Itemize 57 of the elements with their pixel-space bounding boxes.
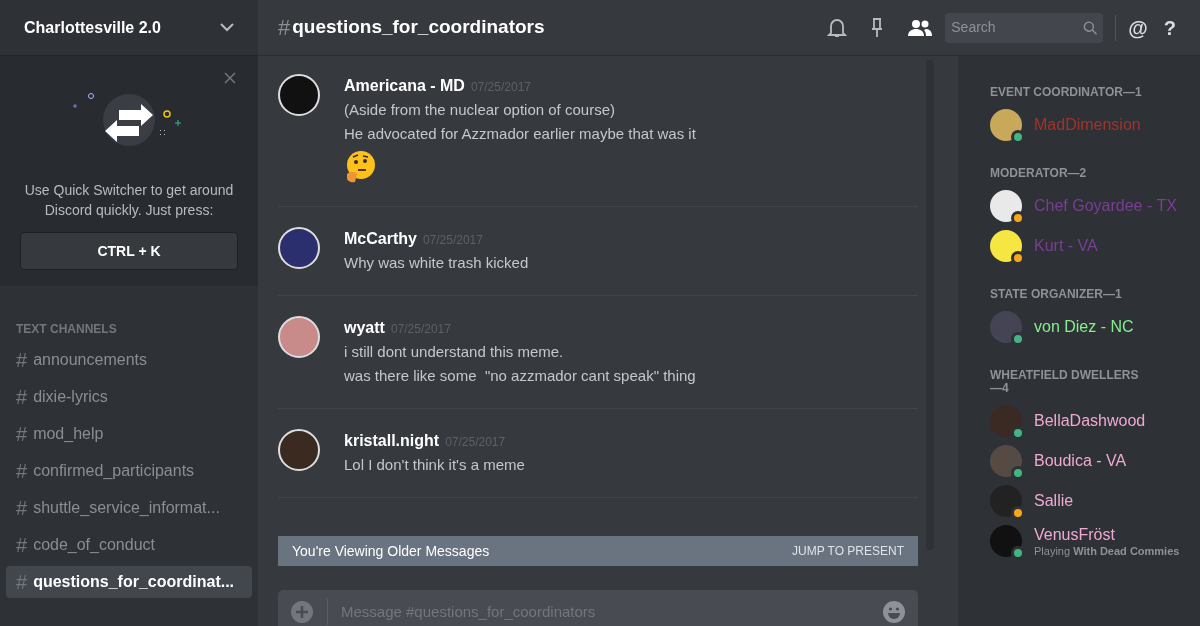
message-text: (Aside from the nuclear option of course) (344, 100, 616, 120)
close-icon[interactable] (224, 72, 236, 84)
member-name[interactable]: Sallie (1034, 491, 1074, 511)
member-avatar[interactable] (990, 109, 1022, 141)
message-text: i still dont understand this meme. (344, 342, 565, 362)
avatar[interactable] (278, 429, 320, 471)
member-avatar[interactable] (990, 190, 1022, 222)
author-name[interactable]: Americana - MD (344, 74, 465, 98)
channel-item[interactable]: # dixie-lyrics (6, 381, 252, 413)
author-name[interactable]: wyatt (344, 316, 385, 340)
channel-item[interactable]: # shuttle_service_informat... (6, 492, 252, 524)
member-avatar[interactable] (990, 311, 1022, 343)
role-group-title: STATE ORGANIZER—1 (990, 288, 1123, 301)
channel-item[interactable]: # announcements (6, 344, 252, 376)
channel-item[interactable]: # code_of_conduct (6, 529, 252, 561)
message-text: Lol I don't think it's a meme (344, 455, 525, 475)
author-name[interactable]: McCarthy (344, 227, 417, 251)
avatar[interactable] (278, 74, 320, 116)
members-icon[interactable] (907, 18, 934, 37)
role-group-title: WHEATFIELD DWELLERS—4 (990, 369, 1140, 395)
member-avatar[interactable] (990, 445, 1022, 477)
channel-item[interactable]: # questions_for_coordinat... (6, 566, 252, 598)
member-avatar[interactable] (990, 230, 1022, 262)
channel-title: questions_for_coordinators (292, 15, 545, 40)
member-avatar[interactable] (990, 485, 1022, 517)
role-group-title: EVENT COORDINATOR—1 (990, 86, 1143, 99)
search-box[interactable]: Search (945, 12, 1104, 43)
mentions-button[interactable]: @ (1128, 12, 1148, 43)
role-group-title: MODERATOR—2 (990, 167, 1088, 180)
quick-switcher-hint: Use Quick Switcher to get around Discord quickly. Just press: (23, 181, 235, 220)
older-messages-banner[interactable]: You're Viewing Older Messages JUMP TO PRESENT (278, 536, 918, 566)
message-text: He advocated for Azzmador earlier maybe that was it (344, 124, 696, 144)
member-name[interactable]: von Diez - NC (1034, 317, 1134, 337)
older-messages-text: You're Viewing Older Messages (292, 541, 490, 561)
message-text: was there like some "no azzmador cant speak" thing (344, 366, 696, 386)
search-field[interactable]: Search (951, 17, 1083, 38)
bell-icon[interactable] (827, 16, 848, 39)
member-activity: Playing With Dead Commies (1034, 545, 1180, 557)
hash-symbol: # (278, 14, 291, 42)
shortcut-key: CTRL + K (20, 232, 238, 270)
jump-to-present-link[interactable]: JUMP TO PRESENT (791, 542, 904, 560)
member-name[interactable]: Boudica - VA (1034, 451, 1127, 471)
server-name[interactable]: Charlottesville 2.0 (24, 15, 161, 40)
chevron-down-icon[interactable] (220, 23, 234, 32)
member-avatar[interactable] (990, 405, 1022, 437)
smiley-icon[interactable] (882, 600, 906, 624)
member-name[interactable]: VenusFröst (1034, 525, 1180, 545)
member-avatar[interactable] (990, 525, 1022, 557)
message-text: Why was white trash kicked (344, 253, 529, 273)
member-name[interactable]: BellaDashwood (1034, 411, 1146, 431)
search-icon[interactable] (1082, 19, 1098, 36)
avatar[interactable] (278, 227, 320, 269)
channel-item[interactable]: # confirmed_participants (6, 455, 252, 487)
avatar[interactable] (278, 316, 320, 358)
help-button[interactable]: ? (1163, 12, 1176, 43)
channel-item[interactable]: # mod_help (6, 418, 252, 450)
author-name[interactable]: kristall.night (344, 429, 440, 453)
